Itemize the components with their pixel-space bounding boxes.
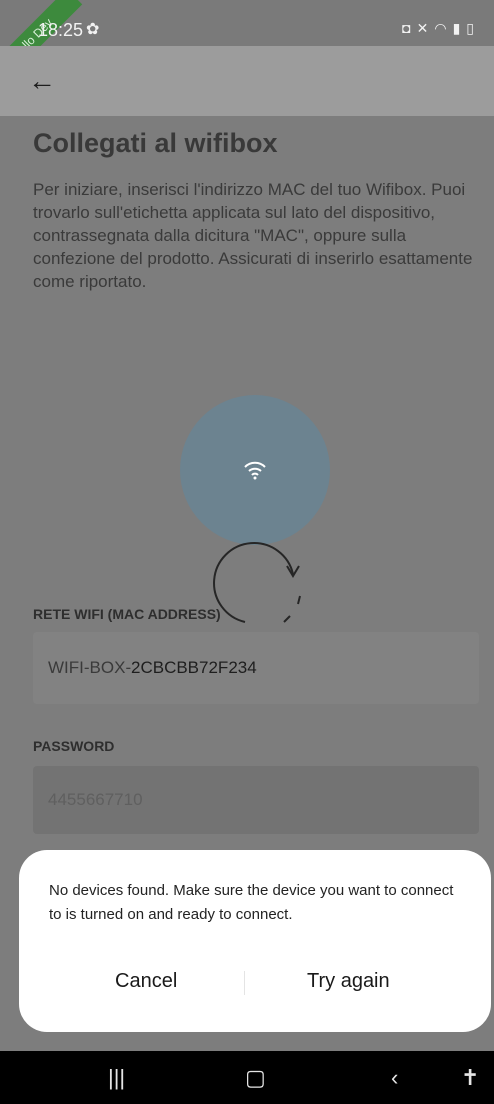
gear-icon: ✿ (86, 21, 100, 38)
signal-icon: ▮ (452, 20, 467, 36)
wifi-illustration (180, 395, 330, 545)
password-value: 4455667710 (48, 790, 143, 809)
page-title: Collegati al wifibox (33, 128, 278, 158)
status-icons: ◘✕◠▮▯ (402, 20, 480, 37)
back-arrow-icon[interactable]: ← (28, 66, 58, 96)
mac-field-label: RETE WIFI (MAC ADDRESS) (33, 606, 221, 622)
spinner-icon (213, 542, 301, 623)
mac-value: 2CBCBB72F234 (131, 658, 257, 677)
dialog-divider (244, 971, 245, 995)
status-bar: Hello Dev 18:25 ✿ ◘✕◠▮▯ (0, 0, 494, 90)
wifi-icon (244, 461, 266, 480)
accessibility-icon[interactable]: ✝ (461, 1065, 479, 1091)
system-nav-bar: ||| ▢ ‹ ✝ (0, 1051, 494, 1104)
home-icon[interactable]: ▢ (245, 1065, 266, 1091)
try-again-button[interactable]: Try again (307, 970, 390, 993)
cancel-button[interactable]: Cancel (115, 970, 177, 993)
battery-icon: ▯ (466, 20, 480, 36)
mute-icon: ✕ (416, 20, 435, 36)
wifi-status-icon: ◠ (434, 20, 453, 36)
password-input[interactable]: 4455667710 (33, 766, 479, 834)
intro-text: Per iniziare, inserisci l'indirizzo MAC … (33, 180, 473, 291)
recents-icon[interactable]: ||| (108, 1065, 125, 1091)
dialog-message: No devices found. Make sure the device y… (49, 882, 454, 923)
no-devices-dialog: No devices found. Make sure the device y… (19, 850, 491, 1032)
mac-prefix: WIFI-BOX- (48, 658, 132, 677)
mac-address-input[interactable]: WIFI-BOX- 2CBCBB72F234 (33, 632, 479, 704)
password-label: PASSWORD (33, 738, 115, 754)
battery-saver-icon: ◘ (402, 20, 417, 36)
status-time: 18:25 (38, 20, 84, 40)
app-bar: ← (0, 46, 494, 116)
back-icon[interactable]: ‹ (391, 1065, 398, 1091)
